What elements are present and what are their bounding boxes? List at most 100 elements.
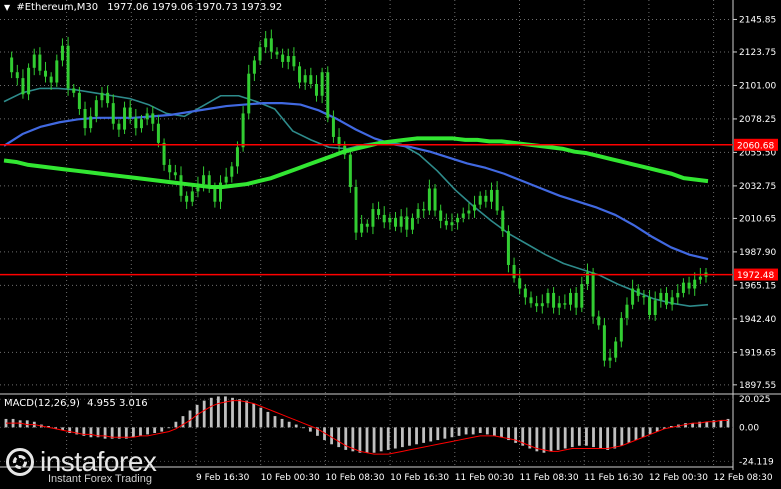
candle-body [360, 223, 364, 233]
macd-histogram-bar [103, 427, 107, 439]
candle-body [427, 188, 431, 211]
candle-body [230, 166, 234, 177]
candle-body [456, 217, 460, 223]
candle-body [382, 214, 386, 223]
candle-body [303, 75, 307, 83]
candle-body [473, 204, 477, 211]
macd-histogram-bar [570, 427, 574, 448]
candle-body [123, 107, 127, 130]
candle-body [156, 123, 160, 143]
collapse-arrow-icon[interactable]: ▼ [4, 3, 10, 12]
candle-body [241, 113, 245, 148]
candle-body [117, 123, 121, 130]
macd-histogram-bar [606, 427, 610, 450]
candle-body [563, 303, 567, 305]
candle-body [258, 47, 262, 61]
candle-body [687, 282, 691, 289]
candle-body [286, 56, 290, 62]
candle-body [111, 103, 115, 124]
candle-body [134, 117, 138, 129]
candle-body [55, 60, 59, 83]
candle-body [44, 70, 48, 77]
candle-body [597, 316, 601, 326]
price-tick-label: 2010.65 [739, 214, 776, 224]
candle-body [506, 231, 510, 265]
macd-histogram-bar [252, 403, 256, 428]
macd-histogram-bar [613, 427, 617, 449]
macd-histogram-bar [238, 399, 241, 428]
candle-body [591, 272, 595, 317]
candle-body [388, 217, 392, 223]
macd-histogram-bar [450, 427, 454, 438]
candle-body [77, 92, 81, 110]
candle-body [32, 54, 36, 68]
price-tick-label: 2145.85 [739, 15, 776, 25]
macd-histogram-bar [415, 427, 418, 445]
macd-histogram-bar [358, 427, 362, 453]
candle-body [326, 72, 330, 118]
macd-histogram-bar [556, 427, 560, 450]
macd-histogram-bar [202, 400, 206, 428]
candle-body [139, 119, 143, 129]
macd-histogram-bar [641, 427, 645, 438]
candle-body [478, 195, 482, 205]
candle-body [94, 100, 98, 117]
candle-body [348, 154, 352, 187]
macd-histogram-bar [563, 427, 567, 449]
candle-body [27, 67, 31, 95]
price-tick-label: 2101.00 [739, 81, 776, 91]
candle-body [151, 113, 155, 124]
candle-body [168, 164, 172, 173]
macd-histogram-bar [719, 420, 723, 428]
candle-body [72, 88, 76, 93]
macd-histogram-bar [216, 396, 220, 428]
candle-body [569, 292, 573, 305]
candle-body [501, 210, 505, 232]
candle-body [21, 78, 25, 95]
macd-histogram-bar [167, 427, 171, 429]
candle-body [625, 304, 629, 318]
candle-body [608, 357, 612, 361]
price-tick-label: 2032.75 [739, 182, 776, 192]
macd-name: MACD(12,26,9) [4, 398, 80, 409]
candle-body [298, 66, 302, 83]
candle-body [444, 220, 448, 226]
candle-body [535, 303, 539, 307]
candle-body [83, 109, 87, 129]
macd-histogram-bar [231, 397, 234, 428]
candle-body [275, 51, 279, 55]
candle-body [331, 117, 335, 137]
instaforex-logo-icon [6, 448, 34, 476]
macd-histogram-bar [146, 427, 149, 435]
candle-body [529, 297, 533, 304]
macd-histogram-bar [209, 397, 213, 428]
macd-histogram-bar [372, 427, 376, 453]
macd-histogram-bar [585, 427, 588, 446]
candle-body [433, 188, 437, 211]
price-tick-label: 2078.25 [739, 115, 776, 125]
macd-histogram-bar [301, 427, 305, 429]
candle-body [394, 217, 398, 227]
candle-body [320, 72, 324, 96]
candle-body [185, 195, 189, 202]
candle-body [416, 209, 420, 218]
candle-body [162, 142, 166, 165]
candle-body [523, 288, 527, 298]
candle-body [636, 288, 640, 296]
macd-histogram-bar [620, 427, 624, 446]
price-tick-label: 1942.40 [739, 315, 776, 325]
macd-indicator-label: MACD(12,26,9) 4.955 3.016 [4, 398, 148, 409]
candle-body [49, 76, 53, 83]
candle-body [66, 45, 70, 89]
macd-histogram-bar [542, 427, 546, 453]
macd-histogram-bar [139, 427, 142, 436]
macd-histogram-bar [337, 427, 341, 448]
macd-histogram-bar [160, 427, 164, 432]
macd-histogram-bar [245, 400, 249, 428]
candle-body [602, 325, 606, 361]
candle-body [619, 317, 623, 342]
brand-tagline: Instant Forex Trading [48, 473, 152, 485]
candle-body [377, 209, 381, 215]
candle-body [269, 38, 273, 52]
macd-histogram-bar [464, 427, 468, 435]
